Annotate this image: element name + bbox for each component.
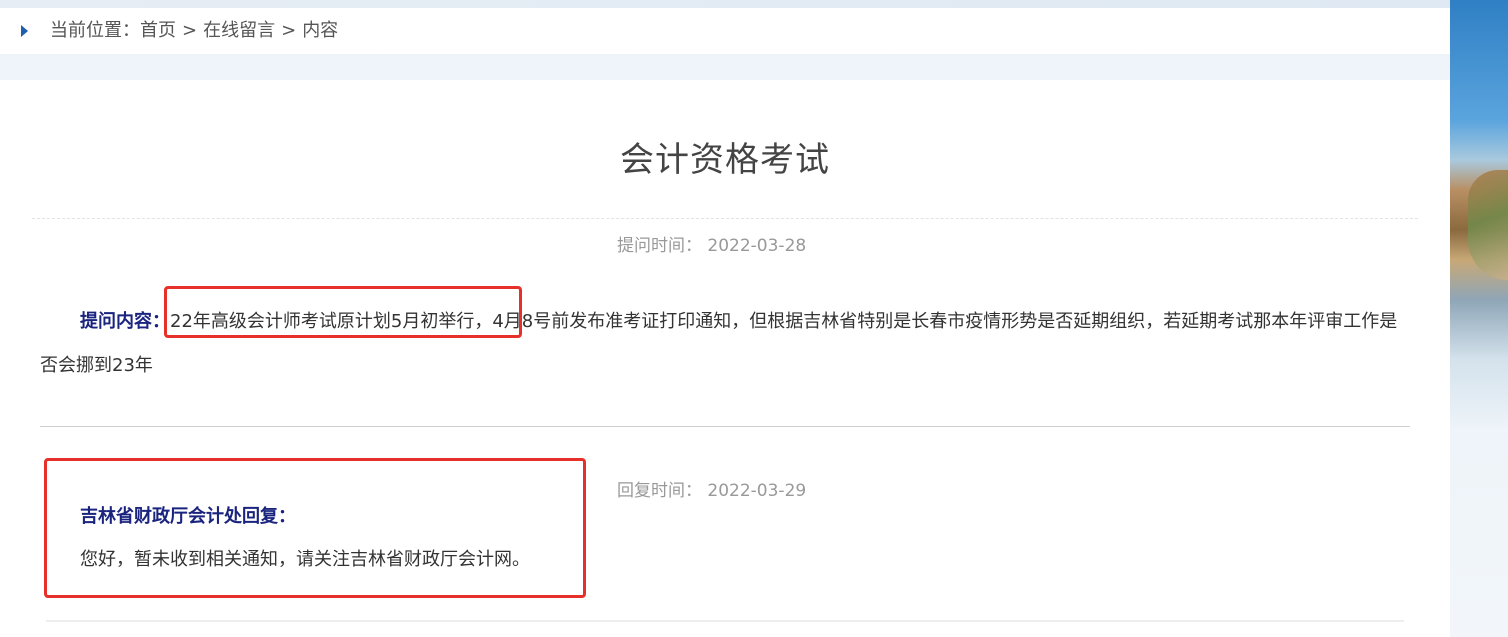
reply-time-label: 回复时间： (617, 481, 702, 501)
breadcrumb-separator: > (281, 20, 297, 41)
ask-time-value: 2022-03-28 (707, 236, 807, 256)
reply-time: 回复时间： 2022-03-29 (617, 479, 806, 503)
breadcrumb-prefix: 当前位置： (50, 20, 140, 41)
side-scenery-image (1450, 0, 1508, 637)
ask-label: 提问内容： (80, 311, 170, 332)
ask-time-label: 提问时间： (617, 236, 702, 256)
breadcrumb-current: 内容 (302, 20, 339, 41)
highlight-box-reply (44, 458, 586, 598)
reply-time-value: 2022-03-29 (707, 481, 807, 501)
ask-time: 提问时间： 2022-03-28 (617, 234, 806, 258)
breadcrumb-separator: > (182, 20, 198, 41)
content-panel: 会计资格考试 提问时间： 2022-03-28 提问内容：22年高级会计师考试原… (0, 80, 1450, 637)
title-divider (32, 218, 1418, 219)
bottom-divider (46, 620, 1404, 622)
top-strip (0, 0, 1450, 8)
breadcrumb-arrow-icon (21, 25, 28, 37)
breadcrumb-link-home[interactable]: 首页 (140, 20, 176, 41)
section-divider (40, 426, 1410, 427)
highlight-box-question (164, 286, 522, 338)
breadcrumb: 当前位置：首页 > 在线留言 > 内容 (50, 19, 338, 43)
breadcrumb-link-messages[interactable]: 在线留言 (203, 20, 275, 41)
page-title: 会计资格考试 (620, 140, 830, 180)
breadcrumb-bar: 当前位置：首页 > 在线留言 > 内容 (0, 8, 1450, 54)
